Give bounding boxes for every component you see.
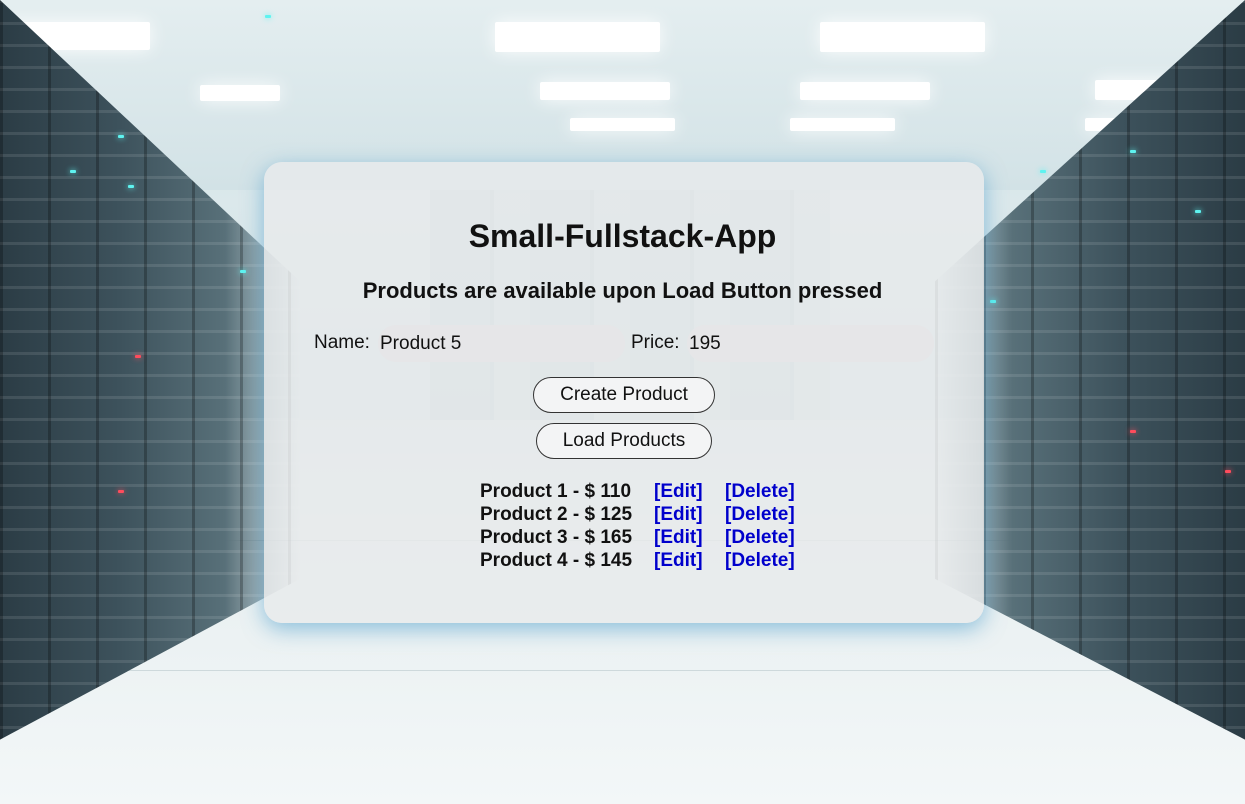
server-led xyxy=(70,170,76,173)
name-label: Name: xyxy=(314,332,370,353)
price-input[interactable] xyxy=(687,325,934,362)
product-list: Product 1 - $ 110 [Edit] [Delete] Produc… xyxy=(480,480,820,572)
server-led xyxy=(1130,430,1136,433)
product-row: Product 1 - $ 110 [Edit] [Delete] xyxy=(480,480,820,503)
product-row: Product 4 - $ 145 [Edit] [Delete] xyxy=(480,549,820,572)
product-label: Product 1 - $ 110 xyxy=(480,480,632,502)
ceiling-light xyxy=(200,85,280,101)
server-led xyxy=(1225,470,1231,473)
ceiling-light xyxy=(540,82,670,100)
product-label: Product 2 - $ 125 xyxy=(480,503,633,525)
server-led xyxy=(118,135,124,138)
name-input[interactable] xyxy=(378,325,625,362)
server-led xyxy=(118,490,124,493)
ceiling-light xyxy=(570,118,675,131)
server-led xyxy=(1040,170,1046,173)
server-led xyxy=(128,185,134,188)
page-title: Small-Fullstack-App xyxy=(468,218,777,254)
load-products-button[interactable]: Load Products xyxy=(536,423,712,459)
product-label: Product 4 - $ 145 xyxy=(480,549,633,571)
floor-tile-line xyxy=(0,670,1245,671)
edit-link[interactable]: [Edit] xyxy=(654,527,725,549)
delete-link[interactable]: [Delete] xyxy=(725,527,795,549)
server-led xyxy=(135,355,141,358)
server-led xyxy=(1195,210,1201,213)
ceiling-light xyxy=(495,22,660,52)
delete-link[interactable]: [Delete] xyxy=(725,550,795,572)
ceiling-light xyxy=(800,82,930,100)
server-led xyxy=(240,270,246,273)
page-subtitle: Products are available upon Load Button … xyxy=(362,278,883,303)
delete-link[interactable]: [Delete] xyxy=(725,504,795,526)
delete-link[interactable]: [Delete] xyxy=(725,481,795,503)
edit-link[interactable]: [Edit] xyxy=(654,550,725,572)
create-product-button[interactable]: Create Product xyxy=(533,377,715,413)
product-row: Product 2 - $ 125 [Edit] [Delete] xyxy=(480,503,820,526)
server-led xyxy=(1130,150,1136,153)
ceiling-light xyxy=(820,22,985,52)
ceiling-light xyxy=(790,118,895,131)
product-row: Product 3 - $ 165 [Edit] [Delete] xyxy=(480,526,820,549)
product-label: Product 3 - $ 165 xyxy=(480,526,633,548)
server-led xyxy=(265,15,271,18)
edit-link[interactable]: [Edit] xyxy=(654,504,725,526)
edit-link[interactable]: [Edit] xyxy=(654,481,725,503)
price-label: Price: xyxy=(631,332,680,353)
